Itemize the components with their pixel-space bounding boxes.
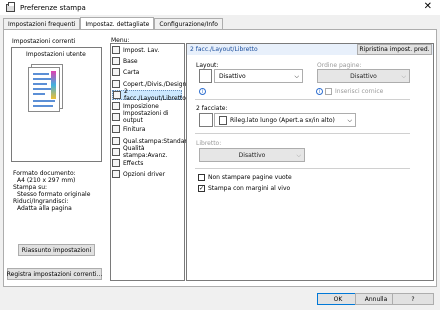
duplex-preview-icon bbox=[199, 113, 213, 127]
menu-item-effects[interactable]: Effects bbox=[112, 158, 182, 168]
info-line: Formato documento: bbox=[13, 170, 76, 177]
summary-settings-button[interactable]: Riassunto impostazioni bbox=[18, 244, 95, 256]
current-settings-label: Impostazioni correnti bbox=[12, 38, 76, 45]
divider bbox=[195, 99, 410, 100]
chevron-down-icon: ⌵ bbox=[294, 73, 299, 80]
title-bar: Preferenze stampa ✕ bbox=[0, 0, 440, 15]
booklet-select[interactable]: Disattivo ⌵ bbox=[199, 148, 305, 162]
duplex-select[interactable]: Rileg.lato lungo (Apert.a sx/in alto) ⌵ bbox=[214, 113, 356, 127]
quality-adv-icon bbox=[112, 148, 120, 156]
help-button[interactable]: ? bbox=[392, 293, 434, 305]
info-line: Stampa su: bbox=[13, 184, 48, 191]
booklet-label: Libretto: bbox=[196, 140, 222, 147]
borderless-print-checkbox[interactable]: ✓ bbox=[198, 185, 205, 192]
document-preview-icon bbox=[28, 67, 60, 112]
info-line: A4 (210 x 297 mm) bbox=[17, 177, 76, 184]
layout-info-icon[interactable]: i bbox=[199, 88, 206, 95]
register-settings-button[interactable]: Registra impostazioni correnti... bbox=[7, 268, 102, 280]
menu-item-job-settings[interactable]: Impost. Lav. bbox=[112, 45, 182, 55]
menu-item-driver-options[interactable]: Opzioni driver bbox=[112, 169, 182, 179]
duplex-binding-icon bbox=[219, 115, 227, 125]
no-blank-pages-label: Non stampare pagine vuote bbox=[208, 174, 292, 181]
chevron-down-icon: ⌵ bbox=[347, 117, 352, 124]
imposition-icon bbox=[112, 102, 120, 110]
job-settings-icon bbox=[112, 46, 120, 54]
reset-defaults-button[interactable]: Ripristina impost. pred. bbox=[357, 44, 432, 55]
driver-options-icon bbox=[112, 170, 120, 178]
cover-icon bbox=[112, 80, 120, 88]
printer-icon bbox=[6, 1, 15, 12]
no-blank-pages-checkbox[interactable] bbox=[198, 174, 205, 181]
cancel-button[interactable]: Annulla bbox=[355, 293, 397, 305]
info-line: Adatta alla pagina bbox=[17, 205, 72, 212]
finishing-icon bbox=[112, 125, 120, 133]
menu-item-print-quality-advanced[interactable]: Qualità stampa:Avanz. bbox=[112, 145, 182, 159]
ok-button[interactable]: OK bbox=[317, 293, 359, 305]
menu-item-finishing[interactable]: Finitura bbox=[112, 124, 182, 134]
page-order-select[interactable]: Disattivo ⌵ bbox=[317, 69, 410, 83]
chevron-down-icon: ⌵ bbox=[401, 73, 406, 80]
effects-icon bbox=[112, 159, 120, 167]
page-order-label: Ordine pagine: bbox=[317, 62, 362, 69]
info-line: Riduci/Ingrandisci: bbox=[13, 198, 69, 205]
menu-item-paper[interactable]: Carta bbox=[112, 67, 182, 77]
insert-border-label: Inserisci cornice bbox=[335, 88, 384, 95]
layout-preview-icon bbox=[199, 69, 212, 83]
user-settings-label: Impostazioni utente bbox=[26, 51, 86, 58]
output-icon bbox=[112, 113, 120, 121]
window-title: Preferenze stampa bbox=[20, 3, 86, 12]
chevron-down-icon: ⌵ bbox=[296, 152, 301, 159]
menu-item-duplex-layout[interactable]: 2 facc./Layout/Libretto bbox=[112, 88, 186, 102]
duplex-label: 2 facciate: bbox=[196, 105, 228, 112]
layout-label: Layout: bbox=[196, 62, 219, 69]
layout-select[interactable]: Disattivo ⌵ bbox=[214, 69, 303, 83]
menu-item-basic[interactable]: Base bbox=[112, 56, 182, 66]
basic-icon bbox=[112, 57, 120, 65]
close-icon[interactable]: ✕ bbox=[424, 1, 432, 12]
menu-item-output-settings[interactable]: Impostazioni di output bbox=[112, 110, 182, 124]
divider bbox=[195, 133, 410, 134]
insert-border-checkbox[interactable] bbox=[325, 88, 332, 95]
divider bbox=[195, 168, 410, 169]
quality-icon bbox=[112, 137, 120, 145]
borderless-print-label: Stampa con margini al vivo bbox=[208, 185, 291, 192]
duplex-icon bbox=[113, 91, 121, 99]
page-order-info-icon[interactable]: i bbox=[316, 88, 323, 95]
info-line: Stesso formato originale bbox=[17, 191, 91, 198]
paper-icon bbox=[112, 68, 120, 76]
